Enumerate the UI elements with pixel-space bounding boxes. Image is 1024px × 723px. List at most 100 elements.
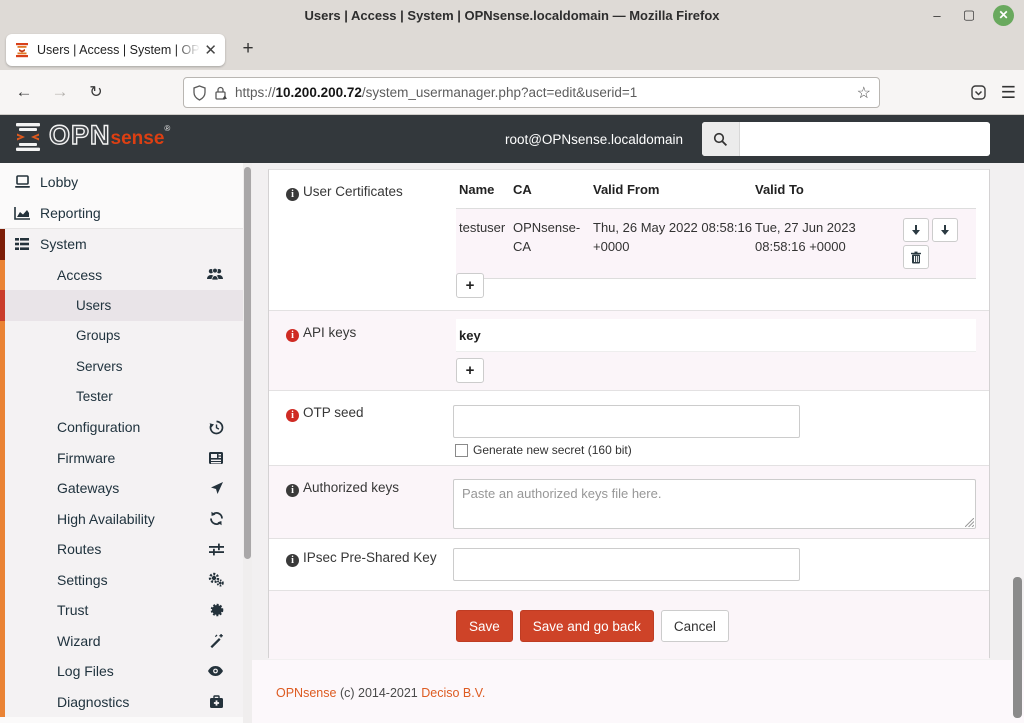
sidebar-item-access[interactable]: Access xyxy=(0,260,250,291)
medkit-icon xyxy=(209,695,224,709)
search-input[interactable] xyxy=(740,124,990,154)
logged-in-user: root@OPNsense.localdomain xyxy=(505,132,683,147)
users-icon xyxy=(206,268,224,281)
cert-ca: OPNsense-CA xyxy=(513,218,593,269)
cancel-button[interactable]: Cancel xyxy=(661,610,729,642)
tab-bar: Users | Access | System | OP ✕ + xyxy=(0,30,1024,70)
generate-secret-label: Generate new secret (160 bit) xyxy=(473,443,632,457)
url-text[interactable]: https://10.200.200.72/system_usermanager… xyxy=(235,85,637,100)
routes-icon xyxy=(209,543,224,556)
sidebar-item-lobby[interactable]: Lobby xyxy=(0,167,250,198)
window-controls: – ▢ ✕ xyxy=(929,0,1014,30)
user-edit-form-panel: iUser Certificates Name CA Valid From Va… xyxy=(268,169,990,658)
api-keys-column-header: key xyxy=(456,319,976,352)
logo-text-sense: sense xyxy=(111,120,165,158)
menu-icon[interactable]: ☰ xyxy=(1001,83,1016,103)
footer-copyright: OPNsense (c) 2014-2021 Deciso B.V. xyxy=(276,686,485,700)
maximize-button[interactable]: ▢ xyxy=(961,7,977,23)
table-row: testuser OPNsense-CA Thu, 26 May 2022 08… xyxy=(456,209,976,279)
sidebar-item-servers[interactable]: Servers xyxy=(0,351,250,382)
cert-valid-from: Thu, 26 May 2022 08:58:16 +0000 xyxy=(593,218,755,269)
area-chart-icon xyxy=(14,206,31,220)
info-icon[interactable]: i xyxy=(286,329,299,342)
sidebar-item-gateways[interactable]: Gateways xyxy=(0,473,250,504)
delete-certificate-button[interactable] xyxy=(903,245,929,269)
footer-link-opnsense[interactable]: OPNsense xyxy=(276,686,336,700)
sidebar-item-routes[interactable]: Routes xyxy=(0,534,250,565)
sidebar-item-reporting[interactable]: Reporting xyxy=(0,198,250,229)
toolbar-right: ☰ xyxy=(970,70,1016,115)
footer-link-deciso[interactable]: Deciso B.V. xyxy=(421,686,485,700)
add-certificate-button[interactable]: + xyxy=(456,273,484,298)
ipsec-psk-input[interactable] xyxy=(453,548,800,581)
eye-icon xyxy=(207,665,224,677)
table-header: Name CA Valid From Valid To xyxy=(456,170,976,209)
tracking-shield-icon[interactable] xyxy=(192,85,207,101)
tab-close-icon[interactable]: ✕ xyxy=(204,41,217,59)
sidebar-scrollbar-thumb[interactable] xyxy=(244,167,251,559)
form-row-actions: Save Save and go back Cancel xyxy=(269,591,989,659)
minimize-button[interactable]: – xyxy=(929,8,945,23)
sidebar-item-settings[interactable]: Settings xyxy=(0,565,250,596)
refresh-icon xyxy=(209,511,224,526)
resize-grip-icon[interactable] xyxy=(965,518,974,527)
save-and-go-back-button[interactable]: Save and go back xyxy=(520,610,654,642)
close-button[interactable]: ✕ xyxy=(993,5,1014,26)
form-row-api-keys: iAPI keys key + xyxy=(269,311,989,391)
ipsec-psk-label: iIPsec Pre-Shared Key xyxy=(286,548,444,568)
cert-valid-to: Tue, 27 Jun 2023 08:58:16 +0000 xyxy=(755,218,903,269)
tab-title: Users | Access | System | OP xyxy=(37,43,200,57)
bookmark-star-icon[interactable]: ☆ xyxy=(857,83,871,103)
sidebar-item-trust[interactable]: Trust xyxy=(0,595,250,626)
opnsense-logo-icon xyxy=(13,120,43,154)
reload-icon[interactable]: ↻ xyxy=(80,76,112,108)
user-certificates-table: Name CA Valid From Valid To testuser OPN… xyxy=(456,170,976,279)
forward-icon[interactable]: → xyxy=(44,76,76,108)
add-api-key-button[interactable]: + xyxy=(456,358,484,383)
generate-secret-checkbox[interactable] xyxy=(455,444,468,457)
export-certificate-button[interactable] xyxy=(903,218,929,242)
sidebar-item-diagnostics[interactable]: Diagnostics xyxy=(0,687,250,718)
info-icon[interactable]: i xyxy=(286,484,299,497)
api-keys-label: iAPI keys xyxy=(286,323,444,343)
form-row-ipsec-psk: iIPsec Pre-Shared Key xyxy=(269,539,989,591)
info-icon[interactable]: i xyxy=(286,409,299,422)
sidebar-nav: Lobby Reporting System Access xyxy=(0,163,250,723)
sidebar-item-high-availability[interactable]: High Availability xyxy=(0,504,250,535)
save-button[interactable]: Save xyxy=(456,610,513,642)
cert-name: testuser xyxy=(456,218,513,269)
opnsense-logo[interactable]: OPN sense ® xyxy=(13,120,170,158)
sidebar-item-firmware[interactable]: Firmware xyxy=(0,443,250,474)
authorized-keys-textarea[interactable] xyxy=(453,479,976,529)
main-content: OPNsense (c) 2014-2021 Deciso B.V. iUser… xyxy=(252,163,1024,723)
app-header: OPN sense ® root@OPNsense.localdomain xyxy=(0,115,1024,163)
info-icon[interactable]: i xyxy=(286,554,299,567)
certificate-icon xyxy=(210,603,224,617)
otp-seed-input[interactable] xyxy=(453,405,800,438)
new-tab-button[interactable]: + xyxy=(236,38,260,60)
padlock-warning-icon[interactable] xyxy=(214,85,227,101)
info-icon[interactable]: i xyxy=(286,188,299,201)
shield-check-icon[interactable] xyxy=(970,84,987,101)
history-icon xyxy=(209,420,224,435)
browser-tab[interactable]: Users | Access | System | OP ✕ xyxy=(6,34,225,66)
back-icon[interactable]: ← xyxy=(8,76,40,108)
export-key-button[interactable] xyxy=(932,218,958,242)
sidebar-item-system[interactable]: System xyxy=(0,229,250,260)
search-icon[interactable] xyxy=(702,122,740,156)
authorized-keys-label: iAuthorized keys xyxy=(286,478,444,498)
header-search xyxy=(702,122,990,156)
window-titlebar: Users | Access | System | OPNsense.local… xyxy=(0,0,1024,30)
url-bar[interactable]: https://10.200.200.72/system_usermanager… xyxy=(183,77,880,108)
list-icon xyxy=(14,237,31,251)
sidebar-item-wizard[interactable]: Wizard xyxy=(0,626,250,657)
user-certificates-label: iUser Certificates xyxy=(286,182,444,202)
sidebar-item-groups[interactable]: Groups xyxy=(0,321,250,352)
form-row-otp-seed: iOTP seed Generate new secret (160 bit) xyxy=(269,391,989,466)
sidebar-item-users[interactable]: Users xyxy=(0,290,250,321)
gears-icon xyxy=(208,572,224,587)
page-scrollbar-thumb[interactable] xyxy=(1013,577,1022,718)
sidebar-item-tester[interactable]: Tester xyxy=(0,382,250,413)
sidebar-item-log-files[interactable]: Log Files xyxy=(0,656,250,687)
sidebar-item-configuration[interactable]: Configuration xyxy=(0,412,250,443)
